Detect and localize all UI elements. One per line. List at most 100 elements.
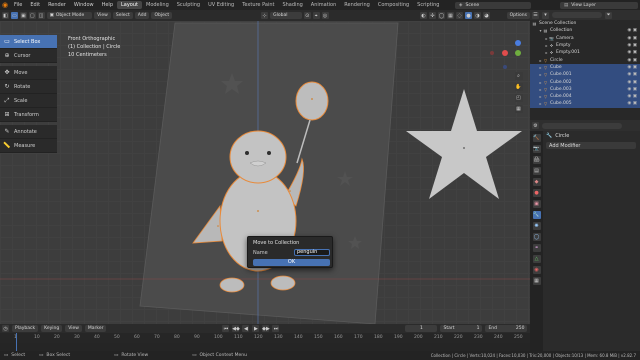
zoom-icon[interactable]: ⌕ xyxy=(514,72,523,80)
menu-object[interactable]: Object xyxy=(151,12,173,19)
tool-measure[interactable]: 📏 Measure xyxy=(0,139,57,153)
overlays-icon[interactable]: ◯ xyxy=(438,12,445,19)
rendered-shading-icon[interactable]: ◕ xyxy=(483,12,490,19)
visibility-icon[interactable]: ◐ xyxy=(420,12,427,19)
timeline-track[interactable] xyxy=(0,333,530,351)
end-frame-field[interactable]: End 250 xyxy=(485,325,528,332)
proportional-edit-icon[interactable]: ◎ xyxy=(321,12,329,19)
tool-cursor[interactable]: ⊕ Cursor xyxy=(0,49,57,63)
tool-move[interactable]: ✥ Move xyxy=(0,66,57,80)
play-reverse-icon[interactable]: ◀ xyxy=(242,325,250,332)
tool-properties-icon[interactable]: 🔨 xyxy=(532,134,541,142)
timeline-ruler[interactable]: 1102030405060708090100110120130140150160… xyxy=(0,333,530,343)
menu-timeline-view[interactable]: View xyxy=(65,325,82,332)
outliner-row[interactable]: ▸ ▽ Cube.004 ◉ ▣ xyxy=(530,92,640,101)
visibility-toggle-icon[interactable]: ◉ ▣ xyxy=(627,80,637,85)
visibility-toggle-icon[interactable]: ◉ ▣ xyxy=(627,101,637,106)
transform-orientation-icon[interactable]: ⊹ xyxy=(261,12,269,19)
menu-window[interactable]: Window xyxy=(70,2,98,8)
visibility-toggle-icon[interactable]: ◉ ▣ xyxy=(627,43,637,48)
outliner-row[interactable]: ▸ ▽ Cube.005 ◉ ▣ xyxy=(530,100,640,108)
tool-select-box[interactable]: ▭ Select Box xyxy=(0,35,57,49)
outliner-editor-icon[interactable]: ☰ xyxy=(532,11,539,19)
collection-name-input[interactable]: penguin xyxy=(294,249,330,256)
filter-icon[interactable]: ⏷ xyxy=(605,11,612,19)
solid-shading-icon[interactable]: ● xyxy=(465,12,472,19)
outliner-row[interactable]: ▸ ▽ Cube.002 ◉ ▣ xyxy=(530,78,640,86)
jump-start-icon[interactable]: ⏮ xyxy=(222,325,230,332)
outliner-row[interactable]: ▾ ▤ Collection ◉ ▣ xyxy=(530,27,640,34)
view-layer-properties-icon[interactable]: ▤ xyxy=(532,167,541,175)
particles-properties-icon[interactable]: ✺ xyxy=(532,222,541,230)
menu-edit[interactable]: Edit xyxy=(26,2,44,8)
visibility-toggle-icon[interactable]: ◉ ▣ xyxy=(627,36,637,41)
pivot-icon[interactable]: ⊙ xyxy=(303,12,311,19)
menu-add[interactable]: Add xyxy=(134,12,150,19)
menu-marker[interactable]: Marker xyxy=(84,325,107,332)
xray-icon[interactable]: ▦ xyxy=(447,12,454,19)
properties-editor-icon[interactable]: ⚙ xyxy=(532,122,539,129)
camera-view-icon[interactable]: ◰ xyxy=(514,94,523,102)
outliner-row[interactable]: ▸ ▽ Cube.001 ◉ ▣ xyxy=(530,71,640,79)
physics-properties-icon[interactable]: ◯ xyxy=(532,233,541,241)
timeline-editor-icon[interactable]: ◷ xyxy=(2,325,9,332)
current-frame-field[interactable]: 1 xyxy=(405,325,438,332)
ok-button[interactable]: OK xyxy=(253,259,330,266)
select-extend-icon[interactable]: ▣ xyxy=(19,12,27,19)
3d-viewport[interactable]: Front Orthographic (1) Collection | Circ… xyxy=(0,21,530,324)
outliner-row[interactable]: ▸ ✣ Empty ◉ ▣ xyxy=(530,42,640,49)
wireframe-shading-icon[interactable]: ◌ xyxy=(456,12,463,19)
tab-uv-editing[interactable]: UV Editing xyxy=(204,1,238,9)
select-mode-icon[interactable]: ▭ xyxy=(10,12,18,19)
tab-texture-paint[interactable]: Texture Paint xyxy=(238,1,278,9)
tab-shading[interactable]: Shading xyxy=(278,1,306,9)
play-icon[interactable]: ▶ xyxy=(252,325,260,332)
prev-keyframe-icon[interactable]: ◀◆ xyxy=(232,325,240,332)
visibility-toggle-icon[interactable]: ◉ ▣ xyxy=(627,94,637,99)
material-shading-icon[interactable]: ◑ xyxy=(474,12,481,19)
properties-search-input[interactable] xyxy=(542,122,622,129)
start-frame-field[interactable]: Start 1 xyxy=(440,325,483,332)
menu-file[interactable]: File xyxy=(10,2,26,8)
playhead[interactable] xyxy=(16,333,17,351)
tab-sculpting[interactable]: Sculpting xyxy=(173,1,204,9)
menu-help[interactable]: Help xyxy=(98,2,117,8)
visibility-toggle-icon[interactable]: ◉ ▣ xyxy=(627,58,637,63)
texture-properties-icon[interactable]: ▦ xyxy=(532,277,541,285)
tab-animation[interactable]: Animation xyxy=(307,1,341,9)
select-subtract-icon[interactable]: ▢ xyxy=(28,12,36,19)
gizmo-icon[interactable]: ✣ xyxy=(429,12,436,19)
material-properties-icon[interactable]: ◉ xyxy=(532,266,541,274)
outliner-display-icon[interactable]: ▾ xyxy=(542,11,549,19)
visibility-toggle-icon[interactable]: ◉ ▣ xyxy=(627,87,637,92)
editor-type-icon[interactable]: ◧ xyxy=(2,12,9,19)
select-intersect-icon[interactable]: ◫ xyxy=(37,12,45,19)
menu-render[interactable]: Render xyxy=(44,2,70,8)
mode-dropdown[interactable]: ▣ Object Mode xyxy=(46,12,93,19)
outliner-scene-collection[interactable]: ▤ Scene Collection xyxy=(530,20,640,27)
next-keyframe-icon[interactable]: ◆▶ xyxy=(262,325,270,332)
menu-playback[interactable]: Playback xyxy=(12,325,39,332)
output-properties-icon[interactable]: 🖨 xyxy=(532,156,541,164)
menu-select[interactable]: Select xyxy=(112,12,133,19)
tab-modeling[interactable]: Modeling xyxy=(142,1,173,9)
world-properties-icon[interactable]: ● xyxy=(532,189,541,197)
constraints-properties-icon[interactable]: ⚭ xyxy=(532,244,541,252)
outliner-row[interactable]: ▸ 📷 Camera ◉ ▣ xyxy=(530,35,640,42)
perspective-toggle-icon[interactable]: ▦ xyxy=(514,105,523,113)
add-modifier-button[interactable]: Add Modifier xyxy=(546,142,636,149)
tool-rotate[interactable]: ↻ Rotate xyxy=(0,80,57,94)
outliner-search-input[interactable] xyxy=(552,12,602,18)
orientation-dropdown[interactable]: Global xyxy=(270,12,302,19)
modifier-properties-icon[interactable]: 🔧 xyxy=(532,211,541,219)
menu-view[interactable]: View xyxy=(94,12,111,19)
view-layer-selector[interactable]: ▤ View Layer xyxy=(560,1,638,9)
snap-icon[interactable]: ⌖ xyxy=(312,12,320,19)
tab-compositing[interactable]: Compositing xyxy=(374,1,413,9)
visibility-toggle-icon[interactable]: ◉ ▣ xyxy=(627,65,637,70)
outliner-row[interactable]: ▸ ▽ Cube.003 ◉ ▣ xyxy=(530,85,640,93)
tool-transform[interactable]: ⊞ Transform xyxy=(0,108,57,122)
outliner-row[interactable]: ▸ ▽ Cube ◉ ▣ xyxy=(530,63,640,72)
visibility-toggle-icon[interactable]: ◉ ▣ xyxy=(627,28,637,33)
tab-layout[interactable]: Layout xyxy=(117,1,142,9)
